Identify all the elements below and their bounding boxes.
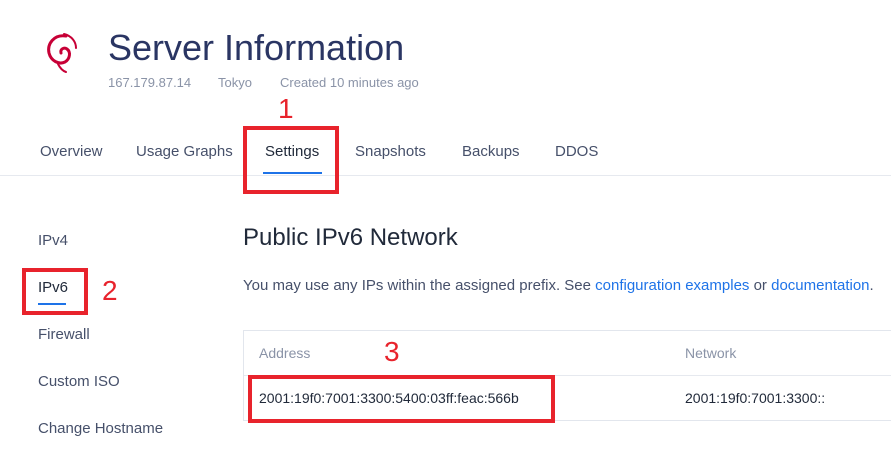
- tab-backups[interactable]: Backups: [462, 143, 520, 160]
- tab-snapshots[interactable]: Snapshots: [355, 143, 426, 160]
- documentation-link[interactable]: documentation: [771, 277, 869, 294]
- page-title: Server Information: [108, 27, 405, 68]
- column-header-network: Network: [685, 345, 737, 361]
- annotation-number-1: 1: [278, 93, 294, 124]
- description-text-mid: or: [749, 277, 772, 294]
- description-text: You may use any IPs within the assigned …: [243, 277, 596, 294]
- description-text-end: .: [869, 277, 874, 294]
- tabs-divider: [0, 175, 891, 176]
- server-created: Created 10 minutes ago: [280, 75, 419, 90]
- server-ip: 167.179.87.14: [108, 75, 192, 90]
- table-cell-network[interactable]: 2001:19f0:7001:3300::: [685, 390, 825, 406]
- configuration-examples-link[interactable]: configuration examples: [595, 277, 749, 294]
- sidebar-item-custom-iso[interactable]: Custom ISO: [38, 373, 120, 390]
- annotation-box-ipv6: [22, 268, 88, 315]
- sidebar-item-ipv4[interactable]: IPv4: [38, 232, 68, 249]
- server-location: Tokyo: [218, 75, 252, 90]
- annotation-number-2: 2: [102, 275, 118, 306]
- annotation-box-address: [248, 375, 555, 423]
- debian-logo-icon: [40, 28, 86, 74]
- sidebar-item-change-hostname[interactable]: Change Hostname: [38, 420, 163, 437]
- annotation-number-3: 3: [384, 336, 400, 367]
- column-header-address: Address: [259, 345, 311, 361]
- section-description: You may use any IPs within the assigned …: [243, 277, 874, 294]
- annotation-box-settings: [243, 126, 339, 194]
- tab-usage-graphs[interactable]: Usage Graphs: [136, 143, 233, 160]
- sidebar-item-firewall[interactable]: Firewall: [38, 326, 90, 343]
- tab-overview[interactable]: Overview: [40, 143, 103, 160]
- tab-ddos[interactable]: DDOS: [555, 143, 598, 160]
- section-heading: Public IPv6 Network: [243, 224, 458, 251]
